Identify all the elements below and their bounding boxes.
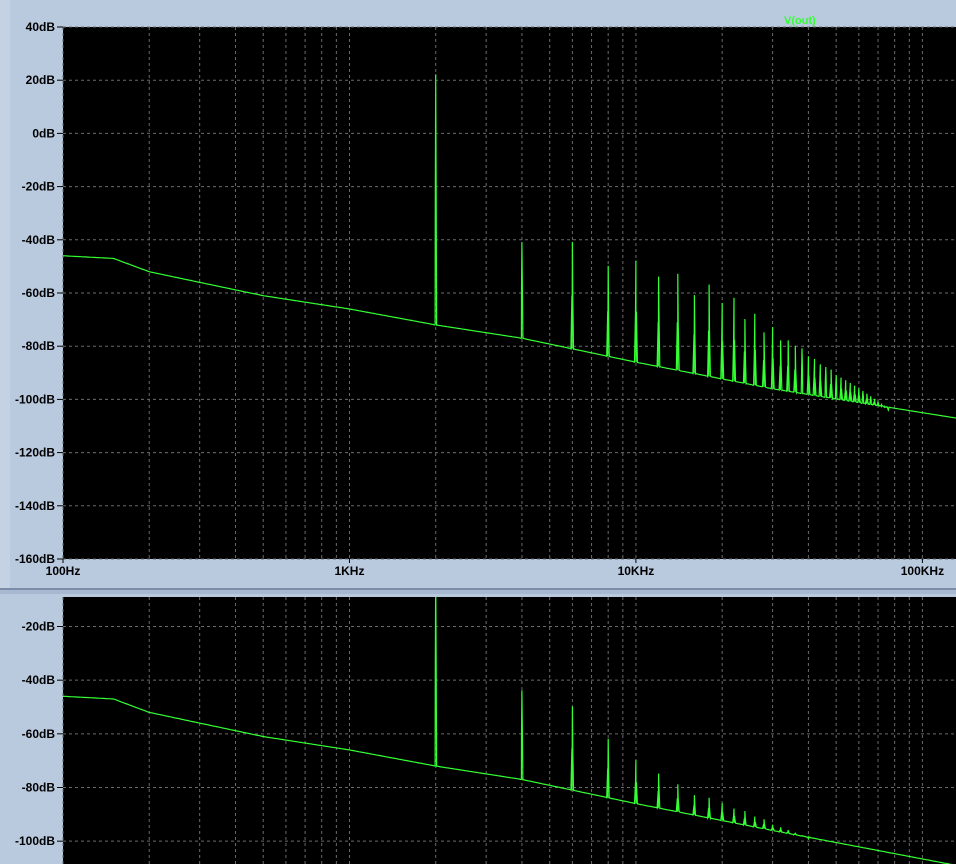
top-plot-pane[interactable]: 40dB 20dB 0dB -20dB -40dB -60dB -80dB -100dB -12…	[0, 0, 956, 590]
harmonic-peak	[870, 396, 872, 398]
y-tick-label: -20dB	[22, 620, 56, 634]
harmonic-peak	[794, 345, 796, 347]
harmonic-peak	[744, 811, 746, 813]
harmonic-peak	[693, 295, 696, 297]
y-tick-label: 40dB	[26, 20, 56, 34]
harmonic-peak	[658, 773, 660, 775]
y-tick-label: 0dB	[32, 126, 55, 140]
harmonic-peak	[835, 374, 837, 377]
bottom-plot-pane[interactable]: -20dB -40dB -60dB -80dB -100dB	[0, 594, 956, 864]
harmonic-peak	[825, 366, 827, 369]
harmonic-peak	[866, 393, 868, 395]
harmonic-peak	[845, 380, 847, 382]
harmonic-peak	[884, 406, 886, 408]
harmonic-peak	[772, 326, 774, 329]
harmonic-peak	[780, 827, 782, 829]
harmonic-peak	[858, 388, 860, 390]
harmonic-peak	[754, 816, 756, 818]
y-tick-label: -40dB	[22, 673, 56, 687]
y-tick-label: -60dB	[22, 286, 56, 300]
harmonic-peak	[794, 832, 796, 834]
harmonic-peak	[830, 369, 832, 371]
harmonic-peak	[862, 390, 864, 393]
harmonic-peak	[708, 284, 710, 286]
harmonic-peak	[887, 409, 889, 411]
trace-label: V(out)	[784, 15, 816, 27]
top-spectrum-chart: 40dB 20dB 0dB -20dB -40dB -60dB -80dB -100dB -12…	[15, 15, 956, 578]
harmonic-peak	[854, 385, 856, 387]
harmonic-peak	[733, 808, 735, 810]
harmonic-peak	[435, 74, 437, 76]
harmonic-peak	[849, 382, 851, 385]
harmonic-peak	[801, 835, 803, 837]
harmonic-peak	[780, 340, 782, 342]
harmonic-peak	[607, 265, 609, 267]
y-tick-label: -80dB	[22, 339, 56, 353]
harmonic-peak	[635, 760, 637, 762]
harmonic-peak	[873, 398, 876, 400]
harmonic-peak	[658, 276, 660, 278]
x-tick-label: 100KHz	[901, 564, 944, 578]
harmonic-peak	[744, 319, 746, 321]
bottom-spectrum-chart: -20dB -40dB -60dB -80dB -100dB	[15, 597, 956, 864]
y-tick-label: -60dB	[22, 727, 56, 741]
harmonic-peak	[807, 356, 810, 358]
harmonic-peak	[677, 273, 679, 275]
y-tick-label: -20dB	[22, 180, 56, 194]
harmonic-peak	[677, 784, 679, 786]
y-tick-label: -100dB	[15, 392, 55, 406]
harmonic-peak	[693, 794, 696, 797]
x-tick-label: 1KHz	[334, 564, 364, 578]
y-tick-label: -140dB	[15, 499, 55, 513]
y-tick-label: 20dB	[26, 73, 56, 87]
harmonic-peak	[721, 803, 723, 805]
harmonic-peak	[721, 303, 723, 305]
harmonic-peak	[708, 797, 710, 799]
harmonic-peak	[807, 837, 810, 840]
harmonic-peak	[763, 819, 765, 821]
harmonic-peak	[571, 706, 573, 708]
harmonic-peak	[521, 690, 523, 692]
y-tick-label: -40dB	[22, 233, 56, 247]
harmonic-peak	[571, 241, 573, 244]
x-tick-label: 10KHz	[618, 564, 655, 578]
harmonic-peak	[763, 332, 765, 334]
harmonic-peak	[880, 404, 883, 406]
plot-area	[63, 597, 956, 864]
x-tick-label: 100Hz	[46, 564, 81, 578]
harmonic-peak	[754, 313, 756, 315]
harmonic-peak	[801, 348, 803, 350]
harmonic-peak	[840, 377, 842, 379]
harmonic-peak	[877, 401, 879, 403]
harmonic-peak	[607, 738, 609, 740]
y-tick-label: -120dB	[15, 446, 55, 460]
harmonic-peak	[521, 241, 523, 244]
y-tick-label: -100dB	[15, 834, 55, 848]
y-tick-label: -80dB	[22, 781, 56, 795]
harmonic-peak	[787, 340, 789, 342]
harmonic-peak	[733, 297, 735, 299]
harmonic-peak	[772, 824, 774, 826]
harmonic-peak	[819, 364, 821, 366]
harmonic-peak	[787, 829, 789, 832]
harmonic-peak	[635, 260, 637, 262]
harmonic-peak	[813, 358, 816, 361]
